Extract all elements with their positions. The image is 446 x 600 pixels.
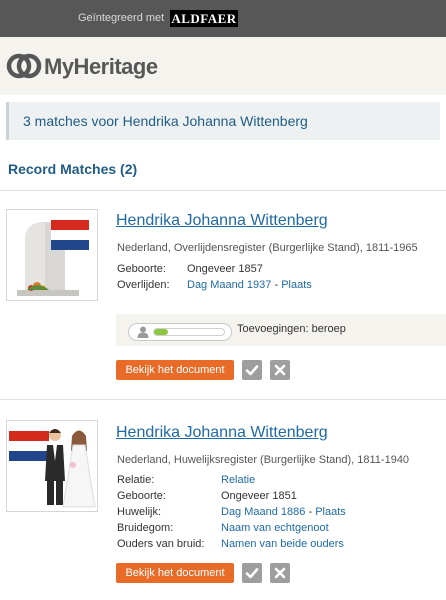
- death-date-link[interactable]: Dag Maand 1937: [187, 279, 271, 291]
- death-place-link[interactable]: Plaats: [281, 279, 312, 291]
- match-quality-indicator: [128, 323, 232, 341]
- record-2-name-link[interactable]: Hendrika Johanna Wittenberg: [116, 424, 328, 442]
- close-icon: [274, 567, 286, 579]
- wedding-couple-with-dutch-flag-icon: [7, 421, 97, 511]
- confirm-match-button[interactable]: [242, 360, 262, 380]
- progress-fill: [154, 329, 168, 335]
- aldfaer-logo: ALDFAER: [170, 10, 238, 27]
- matches-headline-text: 3 matches voor Hendrika Johanna Wittenbe…: [23, 113, 308, 129]
- matches-headline: 3 matches voor Hendrika Johanna Wittenbe…: [6, 102, 440, 140]
- record-1-additions: Toevoegingen: beroep: [237, 323, 346, 335]
- record-2-field-value: Dag Maand 1886 - Plaats: [221, 506, 346, 518]
- separator: -: [271, 279, 282, 291]
- record-thumbnail-marriage[interactable]: [6, 420, 98, 512]
- marriage-date-link[interactable]: Dag Maand 1886: [221, 506, 305, 518]
- divider: [0, 399, 446, 400]
- brand-header: MyHeritage: [0, 37, 446, 95]
- section-title: Record Matches (2): [8, 161, 138, 177]
- confirm-match-button[interactable]: [242, 563, 262, 583]
- divider: [0, 190, 446, 191]
- separator: -: [305, 506, 316, 518]
- person-icon: [137, 326, 149, 338]
- integrated-label: Geïntegreerd met: [78, 12, 165, 24]
- marriage-place-link[interactable]: Plaats: [315, 506, 346, 518]
- record-1-field-label: Overlijden:: [117, 279, 170, 291]
- record-2-source: Nederland, Huwelijksregister (Burgerlijk…: [117, 454, 410, 466]
- myheritage-logo-text: MyHeritage: [44, 54, 158, 79]
- record-2-field-label: Geboorte:: [117, 490, 166, 502]
- record-1-source: Nederland, Overlijdensregister (Burgerli…: [117, 242, 418, 254]
- record-1-name-link[interactable]: Hendrika Johanna Wittenberg: [116, 212, 328, 230]
- record-1-progress-row: Toevoegingen: beroep: [116, 314, 446, 346]
- record-1-field-value: Ongeveer 1857: [187, 263, 263, 275]
- record-2-field-value: Ongeveer 1851: [221, 490, 297, 502]
- record-2-field-label: Bruidegom:: [117, 522, 174, 534]
- record-1-field-label: Geboorte:: [117, 263, 166, 275]
- record-thumbnail-death[interactable]: [6, 209, 98, 301]
- reject-match-button[interactable]: [270, 563, 290, 583]
- groom-name-link[interactable]: Naam van echtgenoot: [221, 522, 329, 534]
- reject-match-button[interactable]: [270, 360, 290, 380]
- record-2-field-label: Relatie:: [117, 474, 155, 486]
- record-1-field-value: Dag Maand 1937 - Plaats: [187, 279, 312, 291]
- bride-parents-link[interactable]: Namen van beide ouders: [221, 538, 344, 550]
- record-2-field-label: Ouders van bruid:: [117, 538, 205, 550]
- view-document-button[interactable]: Bekijk het document: [116, 360, 234, 380]
- checkmark-icon: [245, 568, 259, 579]
- checkmark-icon: [245, 365, 259, 376]
- integration-bar: Geïntegreerd met ALDFAER: [0, 0, 446, 37]
- close-icon: [274, 364, 286, 376]
- tombstone-with-dutch-flag-icon: [7, 210, 97, 300]
- myheritage-logo-icon: [6, 53, 42, 79]
- progress-track: [153, 328, 225, 336]
- record-2-field-label: Huwelijk:: [117, 506, 162, 518]
- relation-link[interactable]: Relatie: [221, 474, 255, 486]
- view-document-button[interactable]: Bekijk het document: [116, 563, 234, 583]
